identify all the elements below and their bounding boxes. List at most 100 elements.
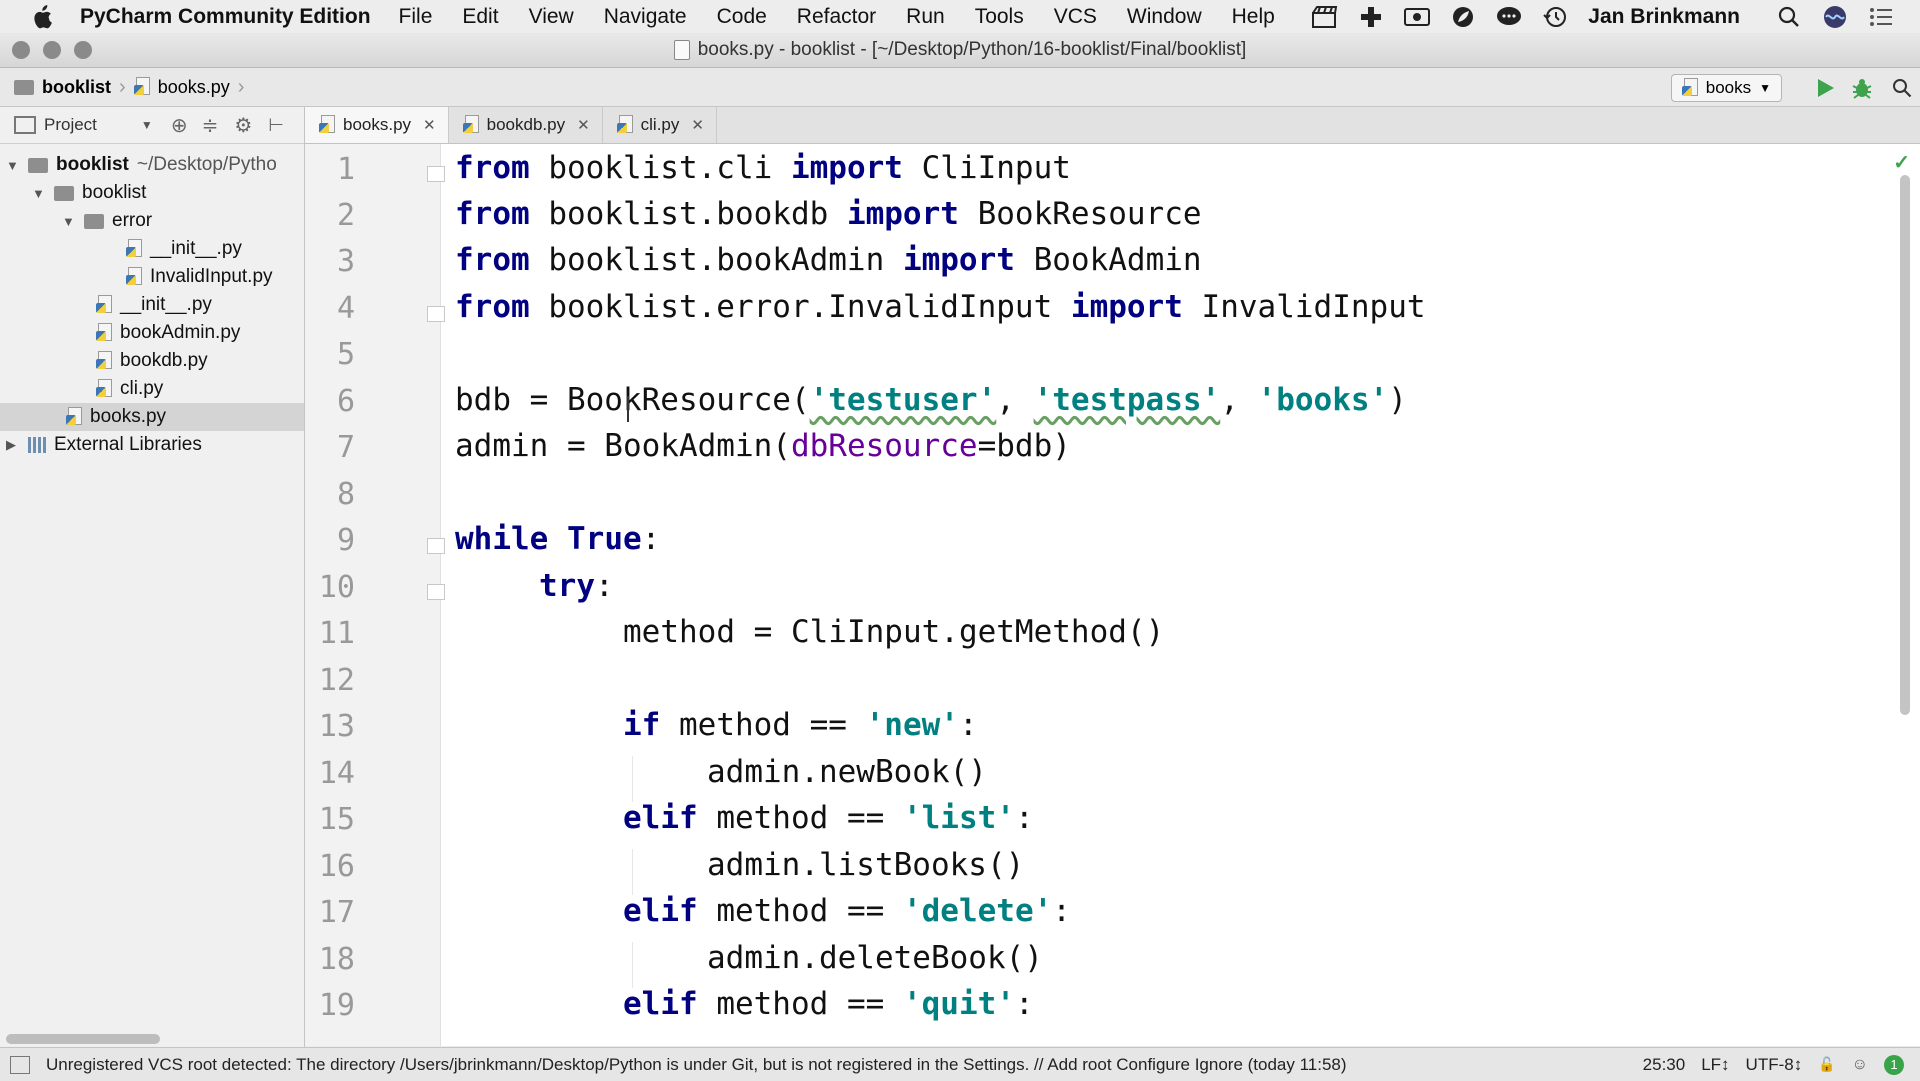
app-name-menu[interactable]: PyCharm Community Edition [80, 5, 371, 29]
menu-help[interactable]: Help [1232, 5, 1275, 29]
code-line-1: from booklist.cli import CliInput [455, 150, 1071, 186]
scrollbar-thumb[interactable] [6, 1034, 160, 1044]
tree-item-error-package[interactable]: ▼ error [62, 207, 152, 235]
tree-item-cli[interactable]: cli.py [96, 375, 163, 403]
inspection-ok-icon[interactable]: ✓ [1893, 150, 1910, 175]
fold-marker-icon[interactable] [427, 538, 445, 554]
close-tab-icon[interactable]: ✕ [691, 116, 704, 134]
menu-vcs[interactable]: VCS [1054, 5, 1097, 29]
search-everywhere-icon[interactable] [1888, 74, 1916, 102]
project-view-selector[interactable]: Project [44, 115, 97, 135]
folder-icon [28, 157, 48, 173]
tree-item-init[interactable]: __init__.py [96, 291, 212, 319]
project-view-icon [14, 116, 36, 134]
indent-guide [632, 756, 633, 802]
tree-item-error-init[interactable]: __init__.py [126, 235, 242, 263]
menu-window[interactable]: Window [1127, 5, 1202, 29]
tree-label: cli.py [120, 378, 164, 399]
minimize-window-button[interactable] [43, 41, 61, 59]
menu-tools[interactable]: Tools [975, 5, 1024, 29]
lock-icon[interactable]: 🔓 [1818, 1056, 1835, 1073]
fold-marker-icon[interactable] [427, 166, 445, 182]
chevron-right-icon: › [119, 75, 126, 98]
tab-bookdb[interactable]: bookdb.py ✕ [449, 107, 603, 143]
tab-label: bookdb.py [486, 115, 566, 134]
menu-file[interactable]: File [399, 5, 433, 29]
clapperboard-icon[interactable] [1310, 4, 1340, 30]
hide-panel-icon[interactable]: ⊢ [268, 115, 284, 136]
code-line-18: admin.deleteBook() [707, 940, 1043, 976]
code-editor[interactable]: 1 2 3 4 5 6 7 8 9 10 11 12 13 14 15 16 1… [305, 144, 1920, 1046]
collapse-all-icon[interactable]: ≑ [202, 113, 219, 138]
menu-code[interactable]: Code [717, 5, 767, 29]
line-number: 10 [318, 570, 355, 605]
tree-item-external-libraries[interactable]: ▶ External Libraries [6, 431, 202, 459]
line-number: 6 [336, 384, 355, 419]
line-number: 16 [318, 849, 355, 884]
gear-icon[interactable]: ⚙ [234, 113, 252, 138]
tree-item-booklist-package[interactable]: ▼ booklist [32, 179, 146, 207]
hector-inspector-icon[interactable]: ☺ [1852, 1056, 1868, 1074]
window-title: books.py - booklist - [~/Desktop/Python/… [697, 39, 1247, 60]
tab-cli[interactable]: cli.py ✕ [603, 107, 717, 143]
notification-center-icon[interactable] [1866, 4, 1896, 30]
chat-bubble-icon[interactable] [1494, 4, 1524, 30]
code-line-15: elif method == 'list': [623, 800, 1034, 836]
debug-bug-icon[interactable] [1848, 74, 1876, 102]
spotlight-search-icon[interactable] [1774, 4, 1804, 30]
chevron-down-icon[interactable]: ▼ [141, 118, 153, 132]
vcs-notification-message[interactable]: Unregistered VCS root detected: The dire… [46, 1055, 1347, 1075]
expand-arrow-icon[interactable]: ▼ [32, 186, 46, 201]
python-file-icon [126, 267, 144, 287]
run-configuration-selector[interactable]: books ▼ [1670, 74, 1782, 102]
line-separator[interactable]: LF↕ [1701, 1055, 1729, 1075]
tree-item-bookdb[interactable]: bookdb.py [96, 347, 208, 375]
tree-label: error [112, 210, 153, 231]
run-button[interactable] [1812, 74, 1840, 102]
caret-position[interactable]: 25:30 [1643, 1055, 1686, 1075]
tree-item-bookadmin[interactable]: bookAdmin.py [96, 319, 240, 347]
folder-icon [14, 79, 34, 95]
tree-item-books[interactable]: books.py [0, 403, 304, 431]
line-number: 11 [318, 616, 355, 651]
editor-vertical-scrollbar[interactable] [1900, 175, 1910, 715]
close-window-button[interactable] [12, 41, 30, 59]
project-toolbar: Project ▼ ⊕ ≑ ⚙ ⊢ [0, 107, 304, 144]
tab-books[interactable]: books.py ✕ [305, 107, 449, 143]
package-folder-icon [84, 213, 104, 229]
event-log-badge[interactable]: 1 [1884, 1054, 1904, 1075]
tree-item-invalidinput[interactable]: InvalidInput.py [126, 263, 273, 291]
tree-item-root[interactable]: ▼ booklist ~/Desktop/Pytho [6, 151, 277, 179]
sidebar-horizontal-scrollbar[interactable] [0, 1032, 304, 1046]
breadcrumb-file[interactable]: books.py [158, 77, 230, 98]
menu-navigate[interactable]: Navigate [604, 5, 687, 29]
breadcrumb-project[interactable]: booklist [42, 77, 111, 98]
menu-view[interactable]: View [529, 5, 574, 29]
menu-refactor[interactable]: Refactor [797, 5, 876, 29]
screen-record-icon[interactable] [1402, 4, 1432, 30]
fold-marker-icon[interactable] [427, 306, 445, 322]
maximize-window-button[interactable] [74, 41, 92, 59]
code-line-4: from booklist.error.InvalidInput import … [455, 289, 1426, 325]
menu-run[interactable]: Run [906, 5, 945, 29]
tab-label: cli.py [640, 115, 680, 134]
close-tab-icon[interactable]: ✕ [577, 116, 590, 134]
time-machine-icon[interactable] [1540, 4, 1570, 30]
plus-cross-icon[interactable] [1356, 4, 1386, 30]
close-tab-icon[interactable]: ✕ [423, 116, 436, 134]
expand-arrow-icon[interactable]: ▼ [62, 214, 76, 229]
line-number: 13 [318, 709, 355, 744]
menu-edit[interactable]: Edit [462, 5, 498, 29]
tree-label: __init__.py [120, 294, 212, 315]
user-name[interactable]: Jan Brinkmann [1588, 5, 1740, 29]
locate-file-icon[interactable]: ⊕ [171, 113, 188, 138]
leaf-icon[interactable] [1448, 4, 1478, 30]
apple-icon[interactable] [24, 0, 60, 33]
tool-windows-toggle-icon[interactable] [10, 1055, 30, 1074]
collapse-arrow-icon[interactable]: ▶ [6, 437, 20, 453]
file-encoding[interactable]: UTF-8↕ [1746, 1055, 1803, 1075]
fold-marker-icon[interactable] [427, 584, 445, 600]
expand-arrow-icon[interactable]: ▼ [6, 158, 20, 173]
tree-label: __init__.py [150, 238, 242, 259]
siri-icon[interactable] [1820, 4, 1850, 30]
